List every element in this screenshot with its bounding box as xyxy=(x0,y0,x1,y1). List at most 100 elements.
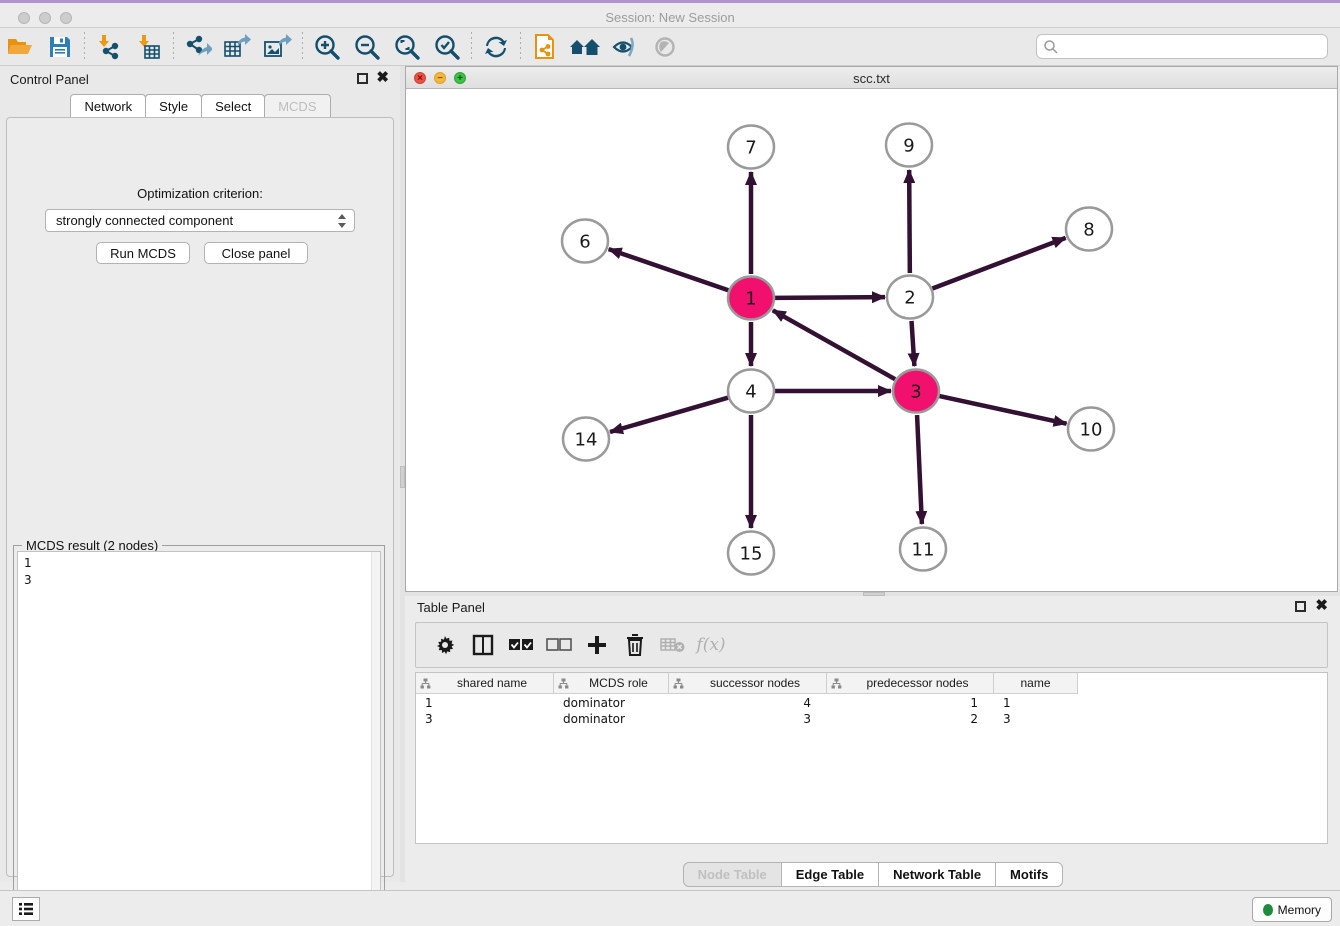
graph-node-label: 14 xyxy=(575,429,598,450)
delete-table-button[interactable] xyxy=(654,628,692,662)
table-panel: Table Panel ✖ xyxy=(405,596,1340,888)
zoom-fit-button[interactable] xyxy=(387,31,427,63)
column-header-shared-name[interactable]: shared name xyxy=(416,673,554,694)
control-panel-title: Control Panel xyxy=(10,72,89,87)
graph-edge-3-1[interactable] xyxy=(773,310,895,379)
duplicate-network-button[interactable] xyxy=(525,31,565,63)
columns-icon xyxy=(472,634,494,656)
zoom-selected-icon xyxy=(434,34,460,60)
tab-node-table[interactable]: Node Table xyxy=(683,862,782,887)
table-cell[interactable]: 3 xyxy=(669,711,827,727)
float-panel-icon[interactable] xyxy=(357,73,368,84)
save-session-button[interactable] xyxy=(40,31,80,63)
column-header-successor-nodes[interactable]: successor nodes xyxy=(669,673,827,694)
delete-table-icon xyxy=(660,636,686,654)
column-header-MCDS-role[interactable]: MCDS role xyxy=(554,673,669,694)
table-cell[interactable]: 2 xyxy=(827,711,994,727)
table-cell[interactable]: dominator xyxy=(554,695,669,711)
result-line: 3 xyxy=(24,572,374,589)
float-panel-icon[interactable] xyxy=(1295,601,1306,612)
result-scrollbar[interactable] xyxy=(371,552,380,918)
tab-select[interactable]: Select xyxy=(201,94,265,117)
export-network-button[interactable] xyxy=(178,31,218,63)
memory-label: Memory xyxy=(1278,903,1321,917)
task-history-button[interactable] xyxy=(12,897,40,921)
apply-function-button[interactable]: f(x) xyxy=(692,628,730,662)
eye-disabled-icon xyxy=(652,35,678,59)
delete-column-button[interactable] xyxy=(616,628,654,662)
zoom-out-icon xyxy=(354,34,380,60)
table-cell[interactable]: 3 xyxy=(416,711,554,727)
network-canvas[interactable]: 7968124314101511 xyxy=(406,89,1337,591)
refresh-button[interactable] xyxy=(476,31,516,63)
export-table-button[interactable] xyxy=(218,31,258,63)
memory-button[interactable]: Memory xyxy=(1252,897,1332,922)
search-box[interactable] xyxy=(1036,34,1328,59)
table-row[interactable]: 1dominator411 xyxy=(416,695,1078,711)
graph-edge-2-3[interactable] xyxy=(912,321,915,366)
graph-node-label: 9 xyxy=(903,135,914,156)
graph-node-label: 11 xyxy=(912,539,935,560)
duplicate-network-icon xyxy=(532,33,558,61)
mcds-result-textarea[interactable]: 1 3 xyxy=(17,551,381,919)
zoom-in-button[interactable] xyxy=(307,31,347,63)
tab-style[interactable]: Style xyxy=(145,94,202,117)
graph-edge-2-8[interactable] xyxy=(932,238,1065,289)
table-cell[interactable]: 4 xyxy=(669,695,827,711)
export-network-icon xyxy=(184,34,212,60)
column-header-predecessor-nodes[interactable]: predecessor nodes xyxy=(827,673,994,694)
table-settings-button[interactable] xyxy=(426,628,464,662)
graph-edge-2-9[interactable] xyxy=(909,170,910,273)
table-row[interactable]: 3dominator323 xyxy=(416,711,1078,727)
close-panel-icon[interactable]: ✖ xyxy=(376,70,389,86)
graph-node-label: 10 xyxy=(1080,419,1103,440)
graph-edge-1-6[interactable] xyxy=(609,249,729,290)
criterion-dropdown[interactable]: strongly connected component xyxy=(45,209,355,232)
graph-edge-4-14[interactable] xyxy=(610,398,728,432)
window-title: Session: New Session xyxy=(0,10,1340,25)
import-network-button[interactable] xyxy=(89,31,129,63)
tab-network[interactable]: Network xyxy=(70,94,146,117)
dropdown-stepper-icon xyxy=(338,213,347,229)
table-cell[interactable]: 1 xyxy=(827,695,994,711)
run-mcds-button[interactable]: Run MCDS xyxy=(96,242,190,264)
mcds-result-group: MCDS result (2 nodes) 1 3 xyxy=(13,545,385,923)
zoom-out-button[interactable] xyxy=(347,31,387,63)
graph-node-label: 6 xyxy=(579,231,590,252)
search-icon xyxy=(1043,39,1059,55)
close-panel-button[interactable]: Close panel xyxy=(204,242,308,264)
tab-mcds[interactable]: MCDS xyxy=(264,94,330,117)
tab-motifs[interactable]: Motifs xyxy=(995,862,1063,887)
column-header-name[interactable]: name xyxy=(994,673,1078,694)
tab-network-table[interactable]: Network Table xyxy=(878,862,996,887)
export-image-icon xyxy=(263,34,293,60)
network-window-titlebar[interactable]: × − + scc.txt xyxy=(406,67,1337,89)
column-header-label: MCDS role xyxy=(569,676,668,690)
graph-edge-3-11[interactable] xyxy=(917,415,922,524)
add-column-button[interactable] xyxy=(578,628,616,662)
table-cell[interactable]: 3 xyxy=(994,711,1078,727)
graph-edge-1-2[interactable] xyxy=(775,297,885,298)
export-image-button[interactable] xyxy=(258,31,298,63)
tab-edge-table[interactable]: Edge Table xyxy=(781,862,879,887)
zoom-selected-button[interactable] xyxy=(427,31,467,63)
search-input[interactable] xyxy=(1059,39,1327,54)
table-cell[interactable]: dominator xyxy=(554,711,669,727)
first-neighbors-button[interactable] xyxy=(565,31,605,63)
show-hide-columns-button[interactable] xyxy=(464,628,502,662)
import-table-button[interactable] xyxy=(129,31,169,63)
table-tabs: Node TableEdge TableNetwork TableMotifs xyxy=(405,862,1340,887)
select-all-button[interactable] xyxy=(502,628,540,662)
graph-node-label: 8 xyxy=(1083,219,1094,240)
table-cell[interactable]: 1 xyxy=(994,695,1078,711)
gear-icon xyxy=(435,635,455,655)
show-all-button[interactable] xyxy=(645,31,685,63)
toolbar-separator xyxy=(84,32,85,62)
main-toolbar xyxy=(0,28,1340,66)
table-cell[interactable]: 1 xyxy=(416,695,554,711)
open-file-button[interactable] xyxy=(0,31,40,63)
graph-edge-3-10[interactable] xyxy=(939,396,1066,424)
hide-selected-button[interactable] xyxy=(605,31,645,63)
close-panel-icon[interactable]: ✖ xyxy=(1315,598,1328,614)
deselect-all-button[interactable] xyxy=(540,628,578,662)
